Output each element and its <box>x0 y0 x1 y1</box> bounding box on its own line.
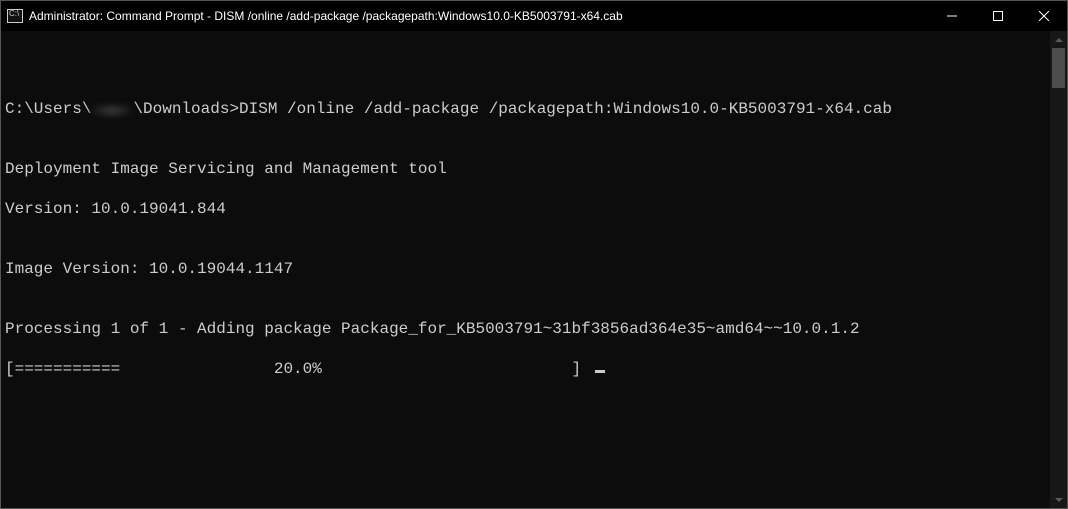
prompt-prefix: C:\Users\ <box>5 100 91 118</box>
app-icon: C:\ <box>1 1 29 31</box>
command-prompt-window: C:\ Administrator: Command Prompt - DISM… <box>0 0 1068 509</box>
tool-name-line: Deployment Image Servicing and Managemen… <box>5 159 1046 179</box>
progress-line: [=========== 20.0% ] <box>5 359 1046 379</box>
client-area: C:\Users\ \Downloads>DISM /online /add-pa… <box>1 31 1067 508</box>
window-title: Administrator: Command Prompt - DISM /on… <box>29 9 631 23</box>
close-icon <box>1039 11 1049 21</box>
scrollbar-thumb[interactable] <box>1052 48 1065 88</box>
processing-line: Processing 1 of 1 - Adding package Packa… <box>5 319 1046 339</box>
maximize-button[interactable] <box>975 1 1021 31</box>
prompt-line: C:\Users\ \Downloads>DISM /online /add-pa… <box>5 99 1046 119</box>
chevron-down-icon <box>1055 498 1063 502</box>
image-version-line: Image Version: 10.0.19044.1147 <box>5 259 1046 279</box>
terminal-output[interactable]: C:\Users\ \Downloads>DISM /online /add-pa… <box>1 31 1050 508</box>
redacted-username <box>91 103 133 118</box>
tool-version-line: Version: 10.0.19041.844 <box>5 199 1046 219</box>
prompt-suffix: \Downloads> <box>133 100 239 118</box>
window-controls <box>929 1 1067 31</box>
titlebar[interactable]: C:\ Administrator: Command Prompt - DISM… <box>1 1 1067 31</box>
scroll-up-button[interactable] <box>1050 31 1067 48</box>
minimize-icon <box>947 11 957 21</box>
chevron-up-icon <box>1055 38 1063 42</box>
vertical-scrollbar[interactable] <box>1050 31 1067 508</box>
minimize-button[interactable] <box>929 1 975 31</box>
text-cursor <box>595 370 605 373</box>
command-text: DISM /online /add-package /packagepath:W… <box>239 100 892 118</box>
close-button[interactable] <box>1021 1 1067 31</box>
progress-bar-text: [=========== 20.0% ] <box>5 360 591 378</box>
scroll-down-button[interactable] <box>1050 491 1067 508</box>
blank-line <box>5 59 1046 79</box>
scrollbar-track[interactable] <box>1050 48 1067 491</box>
cmd-icon: C:\ <box>7 9 23 23</box>
maximize-icon <box>993 11 1003 21</box>
